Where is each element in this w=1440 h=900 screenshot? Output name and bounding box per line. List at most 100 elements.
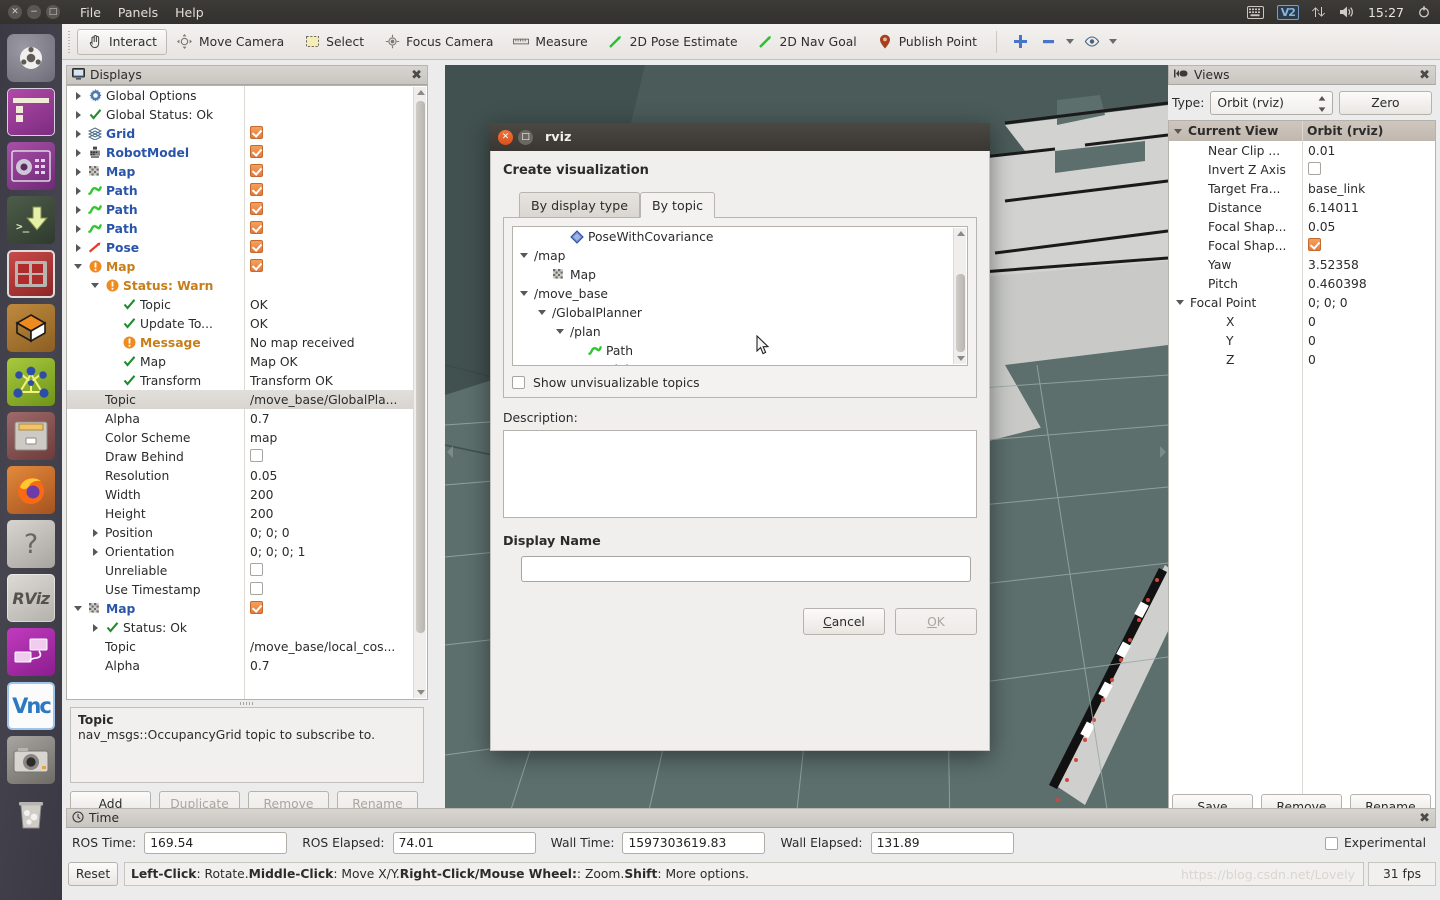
displays-row-value[interactable]: Transform OK [244, 374, 413, 388]
displays-row[interactable]: Map Map OK [67, 352, 413, 371]
maximize-window-button[interactable]: □ [46, 5, 60, 19]
close-icon[interactable]: ✖ [411, 69, 422, 82]
displays-row-value[interactable]: 0.05 [244, 469, 413, 483]
toolbar-drag-handle[interactable] [66, 30, 73, 53]
chevron-closed-icon[interactable] [73, 223, 84, 234]
views-row-value[interactable]: 3.52358 [1302, 258, 1435, 272]
chevron-open-icon[interactable] [519, 250, 530, 261]
power-gear-icon[interactable] [1417, 5, 1431, 19]
displays-row[interactable]: Global Options [67, 86, 413, 105]
remove-tool-button[interactable] [1036, 29, 1079, 55]
displays-row[interactable]: Status: Ok [67, 618, 413, 637]
right-splitter-arrow[interactable] [1157, 445, 1168, 459]
views-row-value[interactable]: 6.14011 [1302, 201, 1435, 215]
chevron-closed-icon[interactable] [73, 128, 84, 139]
views-row-value[interactable] [1302, 237, 1435, 254]
tool-2d-pose-estimate[interactable]: 2D Pose Estimate [598, 29, 748, 55]
launcher-gazebo[interactable] [7, 304, 55, 352]
displays-row-checkbox[interactable] [250, 220, 263, 234]
displays-row-value[interactable] [244, 448, 413, 465]
launcher-file-manager[interactable] [7, 412, 55, 460]
launcher-trash[interactable] [7, 790, 55, 838]
displays-row[interactable]: Global Status: Ok [67, 105, 413, 124]
displays-row-value[interactable]: 0; 0; 0; 1 [244, 545, 413, 559]
displays-row[interactable]: Topic OK [67, 295, 413, 314]
displays-row-value[interactable] [244, 562, 413, 579]
tool-focus-camera[interactable]: Focus Camera [374, 29, 503, 55]
chevron-open-icon[interactable] [537, 307, 548, 318]
close-icon[interactable]: ✖ [1419, 69, 1430, 82]
chevron-closed-icon[interactable] [73, 185, 84, 196]
menu-help[interactable]: Help [175, 5, 204, 20]
views-row[interactable]: Yaw 3.52358 [1169, 255, 1435, 274]
chevron-open-icon[interactable] [519, 288, 530, 299]
displays-row[interactable]: Pose [67, 238, 413, 257]
topic-tree-row[interactable]: Path [513, 341, 953, 360]
tool-2d-nav-goal[interactable]: 2D Nav Goal [748, 29, 867, 55]
view-type-select[interactable]: Orbit (rviz) [1210, 91, 1333, 115]
displays-row[interactable]: Map [67, 257, 413, 276]
views-row[interactable]: Focal Shap... [1169, 236, 1435, 255]
chevron-closed-icon[interactable] [90, 527, 101, 538]
tool-move-camera[interactable]: Move Camera [167, 29, 294, 55]
experimental-checkbox[interactable] [1324, 836, 1338, 850]
displays-row-checkbox[interactable] [250, 144, 263, 158]
displays-row-value[interactable] [244, 258, 413, 275]
views-row-value[interactable]: 0.460398 [1302, 277, 1435, 291]
displays-row-value[interactable] [244, 163, 413, 180]
displays-row[interactable]: Topic/move_base/GlobalPla... [67, 390, 413, 409]
chevron-closed-icon[interactable] [73, 204, 84, 215]
displays-row[interactable]: Path [67, 219, 413, 238]
displays-row[interactable]: Color Scheme map [67, 428, 413, 447]
chevron-open-icon[interactable] [73, 261, 84, 272]
tab-by-display-type[interactable]: By display type [519, 192, 640, 218]
chevron-closed-icon[interactable] [73, 109, 84, 120]
displays-row-checkbox[interactable] [250, 182, 263, 196]
launcher-ros-nodes[interactable] [7, 358, 55, 406]
displays-row[interactable]: Topic/move_base/local_cos... [67, 637, 413, 656]
chevron-closed-icon[interactable] [73, 90, 84, 101]
launcher-screenshot-camera[interactable] [7, 736, 55, 784]
topic-scrollbar[interactable] [953, 228, 966, 364]
displays-row[interactable]: Path [67, 181, 413, 200]
vnc-indicator[interactable]: V2 [1276, 4, 1299, 20]
keyboard-icon[interactable] [1246, 5, 1264, 19]
displays-row-value[interactable]: /move_base/GlobalPla... [244, 393, 413, 407]
views-row-value[interactable]: 0 [1302, 315, 1435, 329]
displays-row-checkbox[interactable] [250, 163, 263, 177]
views-row-value[interactable]: 0 [1302, 334, 1435, 348]
chevron-open-icon[interactable] [1175, 297, 1186, 308]
views-tree[interactable]: Current View Orbit (rviz) Near Clip ... 0… [1168, 120, 1436, 828]
launcher-remote-desktop[interactable] [7, 628, 55, 676]
displays-row-value[interactable] [244, 600, 413, 617]
views-row-value[interactable]: 0 [1302, 353, 1435, 367]
displays-row-value[interactable]: Map OK [244, 355, 413, 369]
views-row[interactable]: Pitch 0.460398 [1169, 274, 1435, 293]
displays-row-value[interactable]: OK [244, 298, 413, 312]
menu-panels[interactable]: Panels [118, 5, 158, 20]
ros-time-input[interactable]: 169.54 [144, 832, 288, 854]
add-tool-button[interactable] [1006, 29, 1036, 55]
displays-row-value[interactable] [244, 182, 413, 199]
wall-time-input[interactable]: 1597303619.83 [622, 832, 766, 854]
displays-row[interactable]: Update To... OK [67, 314, 413, 333]
displays-row[interactable]: Position 0; 0; 0 [67, 523, 413, 542]
topic-tree-row[interactable]: /map [513, 246, 953, 265]
chevron-down-icon-2[interactable] [1108, 39, 1117, 44]
displays-row[interactable]: Transform Transform OK [67, 371, 413, 390]
chevron-closed-icon[interactable] [90, 622, 101, 633]
displays-row-value[interactable] [244, 220, 413, 237]
displays-row-checkbox[interactable] [250, 258, 263, 272]
displays-row[interactable]: Map [67, 162, 413, 181]
launcher-help[interactable]: ? [7, 520, 55, 568]
launcher-vnc-viewer[interactable]: Vnc [7, 682, 55, 730]
topic-tree-row[interactable]: /plan [513, 322, 953, 341]
displays-row-checkbox[interactable] [250, 201, 263, 215]
menu-file[interactable]: File [80, 5, 101, 20]
topic-tree-row[interactable]: Map [513, 265, 953, 284]
chevron-closed-icon[interactable] [73, 242, 84, 253]
ok-button[interactable]: OK [895, 608, 977, 635]
views-row[interactable]: Invert Z Axis [1169, 160, 1435, 179]
displays-row-value[interactable]: OK [244, 317, 413, 331]
views-row-checkbox[interactable] [1308, 237, 1321, 251]
